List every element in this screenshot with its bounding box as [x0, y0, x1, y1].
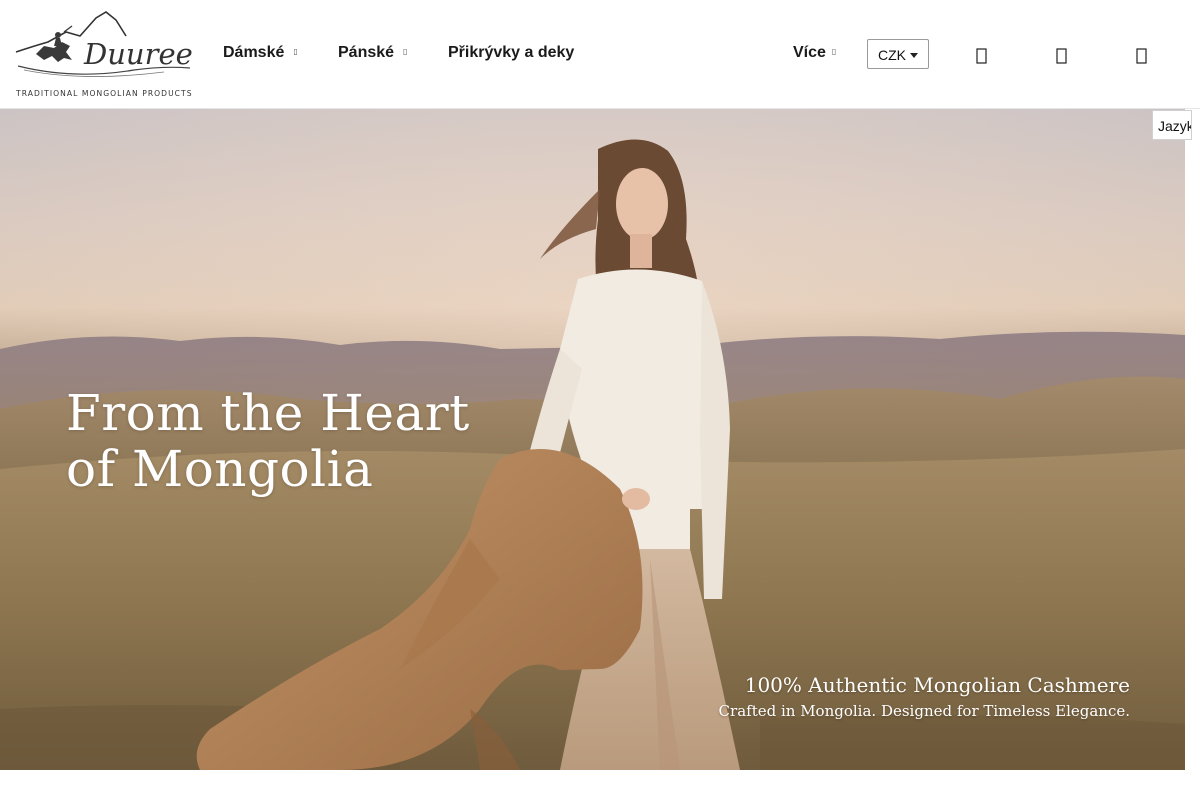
caret-down-icon: ▯ — [293, 47, 298, 57]
user-icon[interactable] — [1056, 47, 1068, 65]
nav-item-panske[interactable]: Pánské ▯ — [338, 44, 407, 62]
caret-down-icon: ▯ — [403, 47, 408, 57]
hero-subtitle-line-1: 100% Authentic Mongolian Cashmere — [744, 673, 1130, 697]
hero-subtitle: 100% Authentic Mongolian Cashmere Crafte… — [719, 672, 1130, 724]
page: Duuree.cz TRADITIONAL MONGOLIAN PRODUCTS… — [0, 0, 1200, 800]
caret-down-icon: ▯ — [831, 47, 837, 57]
hero-banner[interactable]: From the Heart of Mongolia 100% Authenti… — [0, 109, 1185, 770]
nav-item-vice[interactable]: Více ▯ — [793, 44, 836, 62]
hero-title: From the Heart of Mongolia — [66, 385, 470, 497]
hero-title-line-2: of Mongolia — [66, 440, 374, 498]
search-icon[interactable] — [976, 47, 988, 65]
language-tab[interactable]: Jazyk — [1152, 110, 1192, 140]
nav-item-label: Více — [793, 44, 826, 61]
hero-title-line-1: From the Heart — [66, 384, 470, 442]
site-logo[interactable]: Duuree.cz TRADITIONAL MONGOLIAN PRODUCTS — [14, 8, 194, 100]
logo-wordmark: Duuree.cz — [83, 37, 194, 71]
hero-subtitle-line-2: Crafted in Mongolia. Designed for Timele… — [718, 702, 1130, 720]
logo-tagline: TRADITIONAL MONGOLIAN PRODUCTS — [16, 89, 193, 98]
site-header: Duuree.cz TRADITIONAL MONGOLIAN PRODUCTS… — [0, 0, 1200, 109]
currency-select[interactable]: CZK — [867, 39, 929, 69]
currency-selected-value: CZK — [878, 47, 906, 63]
nav-item-label: Přikrývky a deky — [448, 44, 575, 61]
chevron-down-icon — [910, 53, 918, 58]
nav-item-label: Dámské — [223, 44, 285, 61]
cart-icon[interactable] — [1136, 47, 1148, 65]
nav-item-label: Pánské — [338, 44, 395, 61]
nav-item-prikryvky[interactable]: Přikrývky a deky — [448, 44, 574, 62]
page-gutter — [1185, 140, 1200, 770]
nav-item-damske[interactable]: Dámské ▯ — [223, 44, 298, 62]
logo-emblem: Duuree.cz — [15, 11, 194, 77]
